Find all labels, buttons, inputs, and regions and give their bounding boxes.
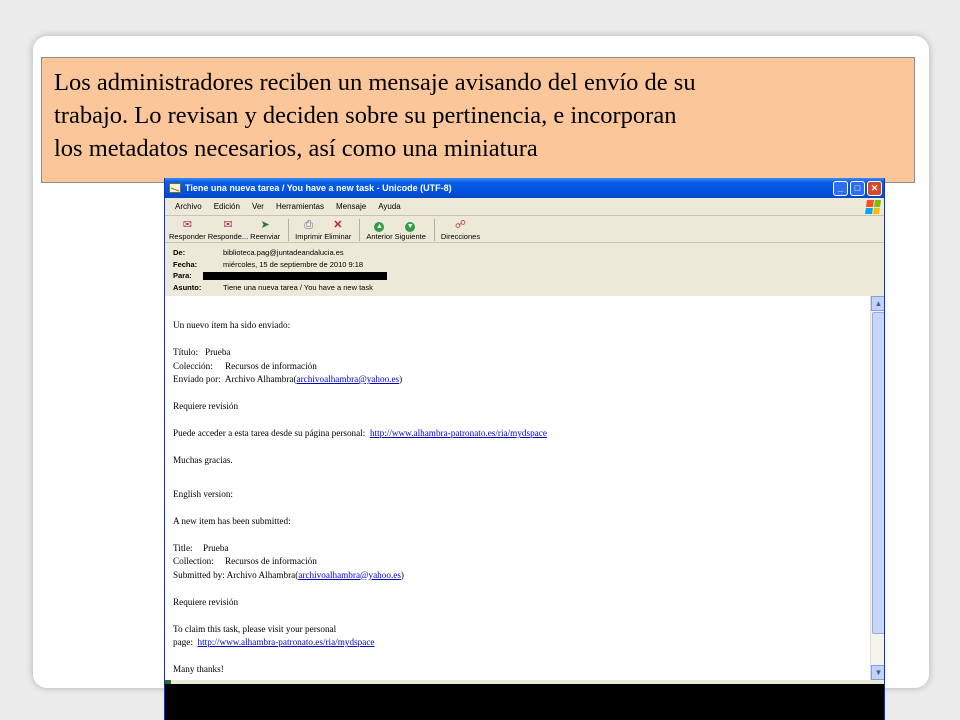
date-value: miércoles, 15 de septiembre de 2010 9:18 (223, 259, 364, 269)
intro-en: A new item has been submitted: (173, 515, 291, 526)
title-line-es: Título: Prueba (173, 347, 231, 357)
slide-caption: Los administradores reciben un mensaje a… (41, 57, 915, 183)
review-es: Requiere revisión (173, 401, 239, 411)
header-to: Para: (173, 270, 876, 282)
vertical-scrollbar[interactable]: ▲ ▼ (870, 296, 884, 680)
next-button[interactable]: ▼ Siguiente (395, 219, 426, 241)
scroll-thumb[interactable] (872, 312, 884, 634)
sent-by-line-es: Enviado por: Archivo Alhambra(archivoalh… (173, 374, 403, 384)
submitted-line-en: Submitted by: Archivo Alhambra(archivoal… (173, 569, 404, 580)
menu-mensaje[interactable]: Mensaje (330, 202, 372, 211)
previous-icon: ▲ (374, 222, 385, 232)
title-bar[interactable]: Tiene una nueva tarea / You have a new t… (165, 178, 884, 198)
menu-archivo[interactable]: Archivo (169, 202, 208, 211)
caption-line-2: trabajo. Lo revisan y deciden sobre su p… (54, 102, 677, 129)
header-subject: Asunto: Tiene una nueva tarea / You have… (173, 282, 373, 292)
redacted-recipient (203, 271, 387, 280)
menu-bar: Archivo Edición Ver Herramientas Mensaje… (165, 198, 884, 216)
reply-all-icon: ✉ (223, 219, 233, 231)
forward-button[interactable]: ➤ Reenviar (250, 219, 280, 241)
toolbar-separator (288, 219, 290, 241)
english-heading: English version: (173, 488, 233, 499)
menu-herramientas[interactable]: Herramientas (270, 202, 330, 211)
reply-button[interactable]: ✉ Responder (169, 219, 206, 241)
delete-icon: ✕ (333, 219, 343, 231)
minimize-button[interactable]: _ (833, 180, 848, 196)
reply-icon: ✉ (182, 219, 192, 231)
title-line-en: Title: Prueba (173, 542, 229, 553)
reply-all-button[interactable]: ✉ Responde... (208, 219, 248, 241)
sender-email-link-es[interactable]: archivoalhambra@yahoo.es (297, 374, 400, 384)
mydspace-link-es[interactable]: http://www.alhambra-patronato.es/ria/myd… (370, 428, 547, 438)
caption-line-3: los metadatos necesarios, así como una m… (54, 135, 538, 162)
intro-es: Un nuevo ítem ha sido enviado: (173, 320, 291, 330)
page-line-en: page: http://www.alhambra-patronato.es/r… (173, 637, 375, 647)
collection-line-es: Colección: Recursos de información (173, 360, 317, 371)
scroll-up-icon[interactable]: ▲ (871, 296, 884, 311)
window-controls: _ □ ✕ (833, 180, 882, 196)
next-icon: ▼ (405, 222, 416, 232)
email-window: Tiene una nueva tarea / You have a new t… (164, 178, 885, 720)
message-headers: De: biblioteca.pag@juntadeandalucia.es F… (165, 243, 884, 297)
sender-email-link-en[interactable]: archivoalhambra@yahoo.es (298, 570, 401, 580)
menu-ver[interactable]: Ver (246, 202, 270, 211)
claim-line-en: To claim this task, please visit your pe… (173, 623, 337, 634)
windows-logo-icon (865, 200, 881, 214)
maximize-button[interactable]: □ (850, 180, 865, 196)
header-from: De: biblioteca.pag@juntadeandalucia.es (173, 248, 344, 258)
toolbar-separator (359, 219, 361, 241)
header-date: Fecha: miércoles, 15 de septiembre de 20… (173, 259, 364, 269)
thanks-en: Many thanks! (173, 664, 224, 674)
window-title: Tiene una nueva tarea / You have a new t… (185, 183, 452, 193)
from-value: biblioteca.pag@juntadeandalucia.es (223, 248, 344, 258)
delete-button[interactable]: ✕ Eliminar (324, 219, 351, 241)
collection-line-en: Collection: Recursos de información (173, 556, 317, 566)
envelope-icon (169, 183, 181, 193)
menu-edicion[interactable]: Edición (208, 202, 246, 211)
addresses-icon: ☍ (454, 219, 467, 231)
toolbar: ✉ Responder ✉ Responde... ➤ Reenviar ⎙ I… (165, 216, 884, 243)
previous-button[interactable]: ▲ Anterior (366, 219, 393, 241)
review-en: Requiere revisión (173, 596, 239, 607)
forward-icon: ➤ (260, 219, 270, 231)
toolbar-separator (433, 219, 435, 241)
caption-line-1: Los administradores reciben un mensaje a… (54, 69, 696, 96)
subject-value: Tiene una nueva tarea / You have a new t… (223, 282, 373, 292)
addresses-button[interactable]: ☍ Direcciones (441, 219, 480, 241)
thanks-es: Muchas gracias. (173, 455, 233, 465)
print-button[interactable]: ⎙ Imprimir (295, 219, 322, 241)
scroll-down-icon[interactable]: ▼ (871, 665, 884, 680)
mydspace-link-en[interactable]: http://www.alhambra-patronato.es/ria/myd… (198, 637, 375, 647)
close-button[interactable]: ✕ (867, 180, 882, 196)
access-line-es: Puede acceder a esta tarea desde su pági… (173, 428, 547, 438)
message-body[interactable]: Un nuevo ítem ha sido enviado: Título: Pr… (165, 296, 870, 680)
print-icon: ⎙ (304, 219, 314, 231)
desktop-strip (165, 684, 884, 720)
menu-ayuda[interactable]: Ayuda (372, 202, 407, 211)
